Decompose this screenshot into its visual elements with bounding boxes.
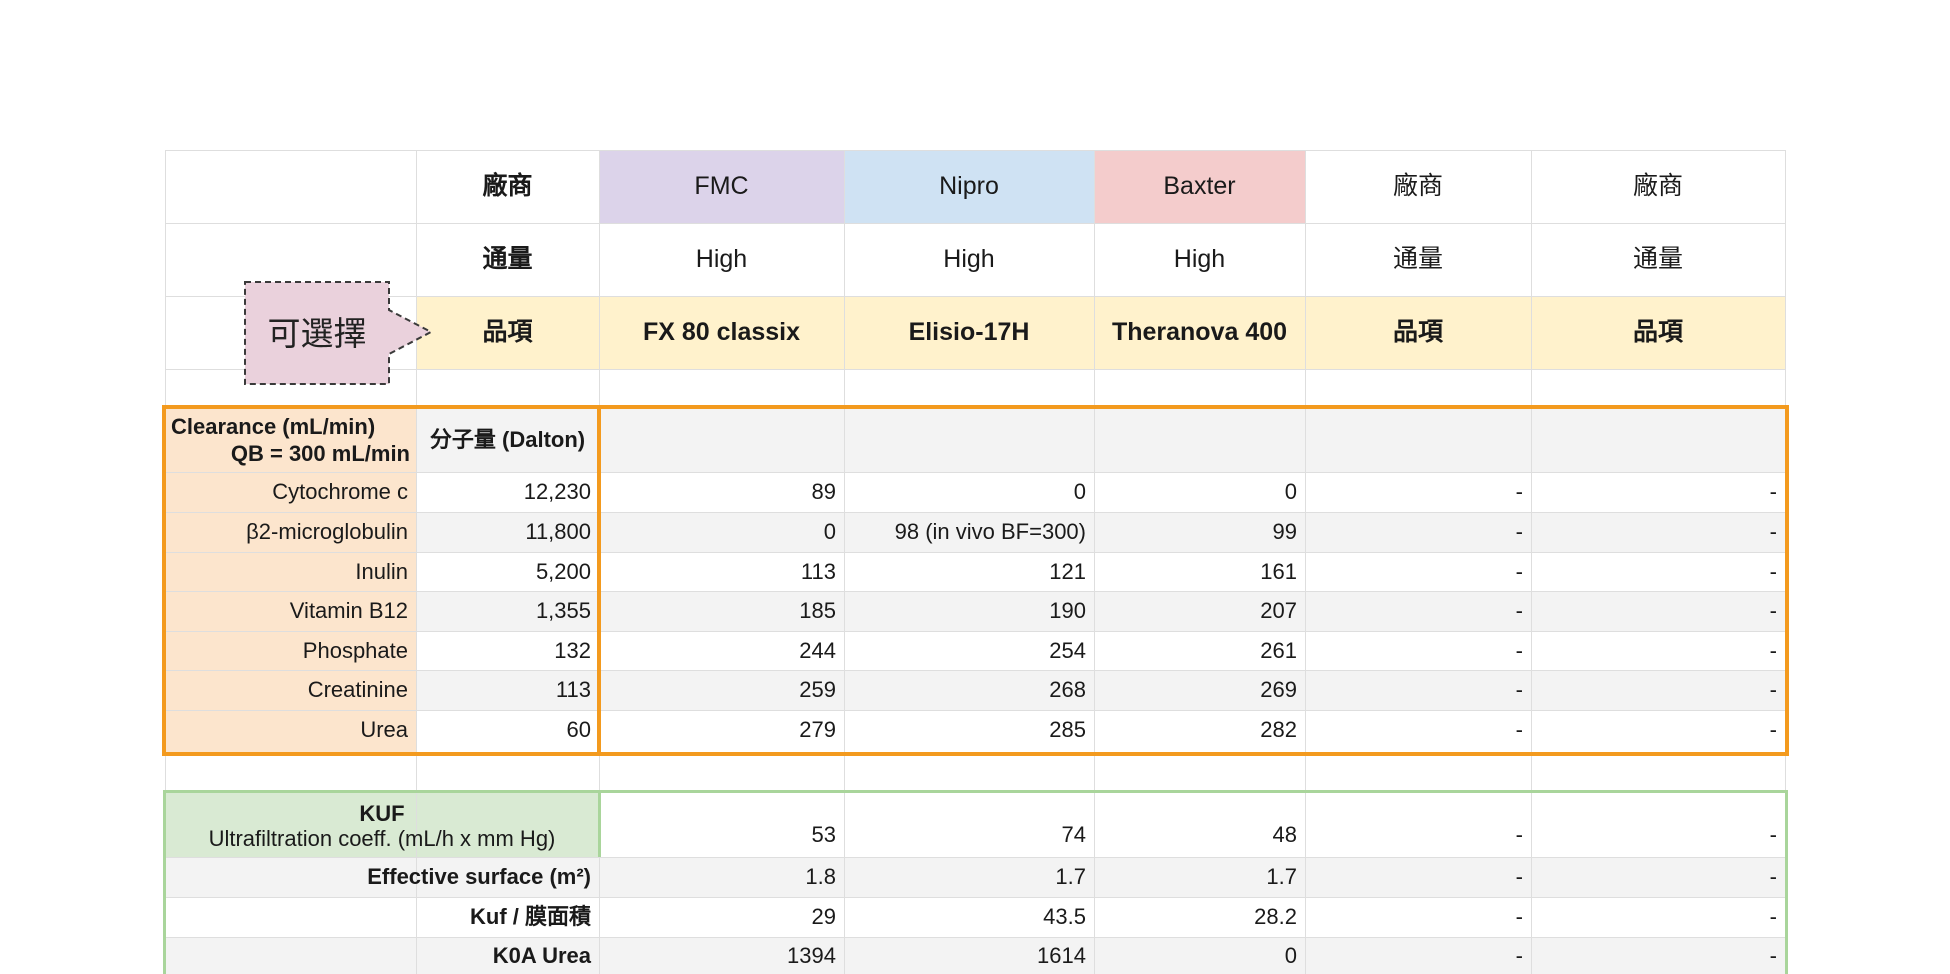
vendor-baxter: Baxter xyxy=(1163,172,1236,201)
flux-label: 通量 xyxy=(482,245,533,274)
item-placeholder-2[interactable]: 品項 xyxy=(1531,296,1785,369)
clearance-section-border xyxy=(162,405,1789,756)
spreadsheet: 廠商 FMC Nipro Baxter 廠商 廠商 通量 High High H… xyxy=(0,0,1950,974)
vendor-nipro: Nipro xyxy=(939,172,999,201)
vendor-label: 廠商 xyxy=(482,172,533,201)
flux-baxter: High xyxy=(1173,245,1226,274)
callout-text: 可選擇 xyxy=(267,315,367,353)
flux-placeholder-1: 通量 xyxy=(1392,245,1443,274)
kuf-divider xyxy=(598,790,601,857)
vendor-placeholder-2: 廠商 xyxy=(1632,172,1683,201)
clearance-divider xyxy=(597,405,601,756)
vendor-placeholder-1: 廠商 xyxy=(1392,172,1443,201)
vendor-fmc: FMC xyxy=(694,172,749,201)
kuf-section-border xyxy=(163,790,1788,974)
flux-fmc: High xyxy=(695,245,748,274)
item-fmc[interactable]: FX 80 classix xyxy=(599,296,844,369)
item-placeholder-1[interactable]: 品項 xyxy=(1305,296,1531,369)
flux-nipro: High xyxy=(943,245,995,274)
item-baxter[interactable]: Theranova 400 xyxy=(1094,296,1305,369)
item-label: 品項 xyxy=(482,318,533,347)
item-nipro[interactable]: Elisio-17H xyxy=(844,296,1094,369)
selectable-callout: 可選擇 xyxy=(243,280,438,393)
flux-placeholder-2: 通量 xyxy=(1632,245,1683,274)
